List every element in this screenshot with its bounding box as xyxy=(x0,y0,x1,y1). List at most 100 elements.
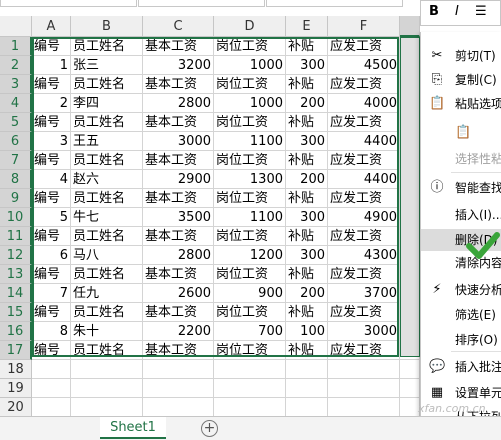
table-cell[interactable]: 4300 xyxy=(328,246,400,265)
table-cell[interactable]: 编号 xyxy=(32,151,71,170)
table-cell[interactable]: 2800 xyxy=(143,94,214,113)
row-header[interactable]: 15 xyxy=(0,303,32,322)
bold-button[interactable]: B xyxy=(429,4,439,19)
table-cell[interactable]: 编号 xyxy=(32,37,71,56)
menu-item-sort[interactable]: 排序(O) xyxy=(421,329,501,351)
row-header[interactable]: 10 xyxy=(0,208,32,227)
table-cell[interactable] xyxy=(214,398,286,417)
table-cell[interactable]: 4900 xyxy=(328,208,400,227)
column-g-selected[interactable] xyxy=(400,37,420,357)
table-cell[interactable]: 补贴 xyxy=(286,189,328,208)
table-cell[interactable] xyxy=(328,360,400,379)
table-cell[interactable]: 员工姓名 xyxy=(71,265,143,284)
table-cell[interactable]: 4500 xyxy=(328,56,400,75)
table-cell[interactable]: 任九 xyxy=(71,284,143,303)
row-header[interactable]: 16 xyxy=(0,322,32,341)
table-cell[interactable]: 基本工资 xyxy=(143,37,214,56)
table-cell[interactable] xyxy=(214,379,286,398)
table-cell[interactable] xyxy=(32,398,71,417)
table-cell[interactable]: 200 xyxy=(286,170,328,189)
table-cell[interactable]: 2600 xyxy=(143,284,214,303)
row-header[interactable]: 11 xyxy=(0,227,32,246)
table-cell[interactable]: 补贴 xyxy=(286,341,328,360)
table-cell[interactable]: 2200 xyxy=(143,322,214,341)
table-cell[interactable]: 3200 xyxy=(143,56,214,75)
table-cell[interactable]: 编号 xyxy=(32,75,71,94)
table-cell[interactable] xyxy=(32,360,71,379)
table-cell[interactable] xyxy=(71,398,143,417)
menu-item-filter[interactable]: 筛选(E) xyxy=(421,304,501,326)
row-header[interactable]: 20 xyxy=(0,398,32,417)
table-cell[interactable]: 员工姓名 xyxy=(71,75,143,94)
table-cell[interactable]: 应发工资 xyxy=(328,341,400,360)
table-cell[interactable]: 基本工资 xyxy=(143,75,214,94)
table-cell[interactable]: 2900 xyxy=(143,170,214,189)
table-cell[interactable]: 员工姓名 xyxy=(71,189,143,208)
table-cell[interactable]: 岗位工资 xyxy=(214,37,286,56)
table-cell[interactable]: 补贴 xyxy=(286,227,328,246)
table-cell[interactable]: 补贴 xyxy=(286,265,328,284)
table-cell[interactable]: 张三 xyxy=(71,56,143,75)
table-cell[interactable]: 员工姓名 xyxy=(71,37,143,56)
table-cell[interactable]: 1100 xyxy=(214,132,286,151)
table-cell[interactable]: 100 xyxy=(286,322,328,341)
table-cell[interactable]: 应发工资 xyxy=(328,37,400,56)
column-header-b[interactable]: B xyxy=(71,16,143,37)
table-cell[interactable]: 补贴 xyxy=(286,113,328,132)
row-header[interactable]: 6 xyxy=(0,132,32,151)
table-cell[interactable]: 300 xyxy=(286,132,328,151)
menu-item-copy[interactable]: ⎘ 复制(C) xyxy=(421,69,501,91)
row-header[interactable]: 4 xyxy=(0,94,32,113)
table-cell[interactable]: 3 xyxy=(32,132,71,151)
table-cell[interactable] xyxy=(286,360,328,379)
table-cell[interactable]: 员工姓名 xyxy=(71,303,143,322)
table-cell[interactable] xyxy=(400,398,420,417)
table-cell[interactable]: 5 xyxy=(32,208,71,227)
table-cell[interactable]: 6 xyxy=(32,246,71,265)
menu-item-quick-analysis[interactable]: ⚡ 快速分析 xyxy=(421,279,501,301)
table-cell[interactable]: 编号 xyxy=(32,113,71,132)
table-cell[interactable]: 编号 xyxy=(32,227,71,246)
table-cell[interactable] xyxy=(328,398,400,417)
menu-item-insert-comment[interactable]: 💬 插入批注 xyxy=(421,356,501,378)
table-cell[interactable]: 朱十 xyxy=(71,322,143,341)
table-cell[interactable]: 应发工资 xyxy=(328,113,400,132)
table-cell[interactable]: 岗位工资 xyxy=(214,75,286,94)
select-all-corner[interactable] xyxy=(0,16,32,37)
table-cell[interactable]: 基本工资 xyxy=(143,151,214,170)
column-header-c[interactable]: C xyxy=(143,16,214,37)
row-header[interactable]: 7 xyxy=(0,151,32,170)
column-header-f[interactable]: F xyxy=(328,16,400,37)
align-icon[interactable]: ☰ xyxy=(475,4,487,19)
table-cell[interactable]: 2800 xyxy=(143,246,214,265)
table-cell[interactable]: 员工姓名 xyxy=(71,151,143,170)
table-cell[interactable]: 补贴 xyxy=(286,151,328,170)
table-cell[interactable]: 200 xyxy=(286,94,328,113)
table-cell[interactable] xyxy=(286,379,328,398)
table-cell[interactable]: 900 xyxy=(214,284,286,303)
table-cell[interactable]: 3000 xyxy=(143,132,214,151)
table-cell[interactable]: 1000 xyxy=(214,94,286,113)
row-header[interactable]: 18 xyxy=(0,360,32,379)
table-cell[interactable]: 应发工资 xyxy=(328,151,400,170)
table-cell[interactable]: 员工姓名 xyxy=(71,341,143,360)
table-cell[interactable]: 应发工资 xyxy=(328,75,400,94)
table-cell[interactable] xyxy=(286,398,328,417)
table-cell[interactable]: 1100 xyxy=(214,208,286,227)
table-cell[interactable]: 岗位工资 xyxy=(214,113,286,132)
row-header[interactable]: 12 xyxy=(0,246,32,265)
table-cell[interactable]: 4000 xyxy=(328,94,400,113)
table-cell[interactable]: 王五 xyxy=(71,132,143,151)
table-cell[interactable]: 7 xyxy=(32,284,71,303)
table-cell[interactable] xyxy=(32,379,71,398)
table-cell[interactable]: 应发工资 xyxy=(328,265,400,284)
table-cell[interactable]: 基本工资 xyxy=(143,265,214,284)
column-header-a[interactable]: A xyxy=(32,16,71,37)
row-header[interactable]: 17 xyxy=(0,341,32,360)
table-cell[interactable]: 补贴 xyxy=(286,75,328,94)
tab-sheet1[interactable]: Sheet1 xyxy=(100,417,166,439)
table-cell[interactable]: 岗位工资 xyxy=(214,341,286,360)
menu-item-cut[interactable]: ✂ 剪切(T) xyxy=(421,45,501,67)
table-cell[interactable] xyxy=(71,360,143,379)
table-cell[interactable]: 4400 xyxy=(328,132,400,151)
